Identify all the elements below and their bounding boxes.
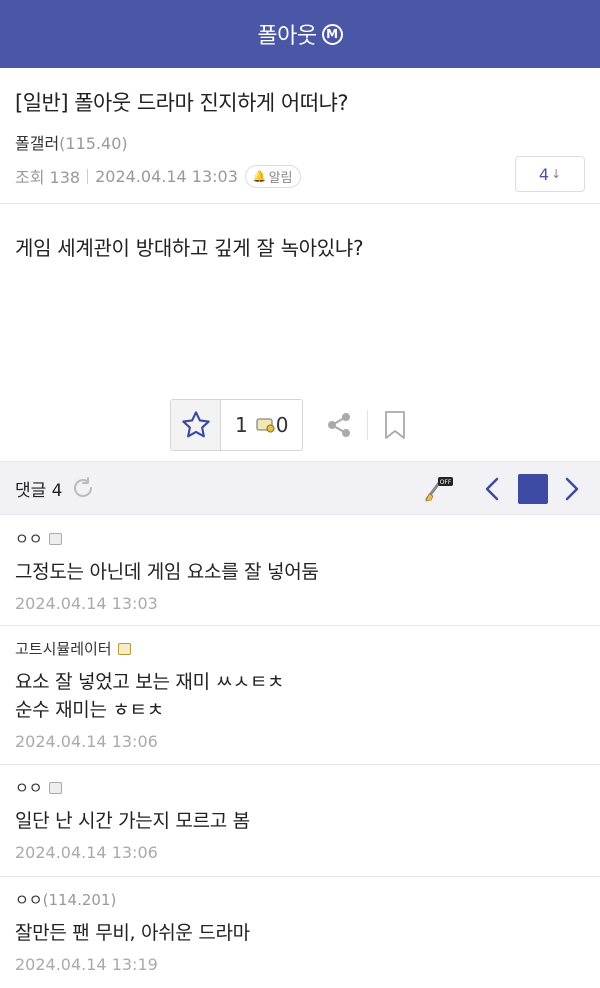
share-button[interactable] bbox=[321, 399, 357, 451]
comment-author-ip: (114.201) bbox=[42, 890, 117, 909]
author-name[interactable]: 폴갤러 bbox=[15, 134, 59, 153]
chevron-left-icon bbox=[485, 477, 499, 501]
post-header: [일반] 폴아웃 드라마 진지하게 어떠냐? 폴갤러(115.40) 조회 13… bbox=[0, 68, 600, 204]
comment-item: 고트시뮬레이터 요소 잘 넣었고 보는 재미 ㅆㅅㅌㅊ 순수 재미는 ㅎㅌㅊ 2… bbox=[0, 626, 600, 765]
star-icon bbox=[181, 411, 210, 438]
gallery-recommend-icon bbox=[256, 418, 275, 433]
gallery-recommend-count: 0 bbox=[275, 413, 289, 437]
comment-author-name[interactable]: 고트시뮬레이터 bbox=[15, 638, 112, 659]
refresh-button[interactable] bbox=[71, 476, 95, 500]
bookmark-button[interactable] bbox=[380, 399, 410, 451]
comment-author[interactable]: 고트시뮬레이터 bbox=[15, 638, 131, 659]
comment-date: 2024.04.14 13:06 bbox=[15, 843, 158, 862]
gallog-icon[interactable] bbox=[48, 781, 62, 794]
reply-count: 4 bbox=[538, 164, 550, 184]
post-meta: 조회 138 2024.04.14 13:03 🔔 알림 bbox=[15, 164, 301, 188]
comment-date: 2024.04.14 13:03 bbox=[15, 594, 158, 613]
comment-author-name[interactable]: ㅇㅇ bbox=[15, 889, 43, 910]
post-actions: 1 0 bbox=[170, 399, 410, 451]
arrow-down-icon: ↓ bbox=[551, 167, 562, 181]
author-ip: (115.40) bbox=[59, 134, 128, 153]
recommend-box: 1 0 bbox=[170, 399, 304, 451]
post-body: 게임 세계관이 방대하고 깊게 잘 녹아있냐? bbox=[15, 236, 364, 260]
comment-item: ㅇㅇ (114.201) 잘만든 팬 무비, 아쉬운 드라마 2024.04.14… bbox=[0, 877, 600, 988]
gallery-recommend: 0 bbox=[256, 413, 303, 437]
recommend-button[interactable] bbox=[171, 400, 221, 450]
bell-icon: 🔔 bbox=[252, 169, 267, 183]
gallog-icon[interactable] bbox=[48, 532, 62, 545]
comment-author-name[interactable]: ㅇㅇ bbox=[15, 528, 43, 549]
comment-author[interactable]: ㅇㅇ bbox=[15, 777, 62, 798]
comment-date: 2024.04.14 13:19 bbox=[15, 955, 158, 974]
post-title: [일반] 폴아웃 드라마 진지하게 어떠냐? bbox=[15, 91, 349, 115]
chevron-right-icon bbox=[565, 477, 579, 501]
app-header: 폴아웃 M bbox=[0, 0, 600, 68]
comment-text: 그정도는 아닌데 게임 요소를 잘 넣어둠 bbox=[15, 558, 319, 586]
comment-text-line: 잘만든 팬 무비, 아쉬운 드라마 bbox=[15, 922, 250, 944]
recommend-count: 1 bbox=[235, 413, 248, 437]
comment-count-label: 댓글 4 bbox=[15, 480, 63, 501]
bookmark-icon bbox=[385, 411, 406, 439]
image-off-icon: OFF bbox=[425, 477, 453, 502]
meta-divider bbox=[87, 168, 89, 184]
comment-author[interactable]: ㅇㅇ (114.201) bbox=[15, 889, 116, 910]
next-page-button[interactable] bbox=[563, 476, 581, 506]
comment-text: 잘만든 팬 무비, 아쉬운 드라마 bbox=[15, 919, 250, 947]
minor-gallery-mark: M bbox=[321, 23, 343, 45]
refresh-icon bbox=[73, 477, 92, 497]
comment-toolbar: 댓글 4 OFF bbox=[0, 461, 600, 515]
comment-text: 일단 난 시간 가는지 모르고 봄 bbox=[15, 807, 250, 835]
comment-item: ㅇㅇ 그정도는 아닌데 게임 요소를 잘 넣어둠 2024.04.14 13:0… bbox=[0, 516, 600, 626]
alarm-label: 알림 bbox=[268, 170, 293, 186]
post-author[interactable]: 폴갤러(115.40) bbox=[15, 130, 128, 154]
image-off-toggle[interactable]: OFF bbox=[424, 475, 454, 507]
gallery-title[interactable]: 폴아웃 bbox=[257, 18, 317, 50]
comment-page-indicator[interactable] bbox=[518, 474, 548, 504]
comment-text-line: 순수 재미는 ㅎㅌㅊ bbox=[15, 699, 164, 721]
alarm-button[interactable]: 🔔 알림 bbox=[244, 164, 301, 188]
view-count: 조회 138 bbox=[15, 168, 81, 187]
comment-author[interactable]: ㅇㅇ bbox=[15, 528, 62, 549]
reply-jump-button[interactable]: 4 ↓ bbox=[515, 156, 585, 192]
comment-text-line: 그정도는 아닌데 게임 요소를 잘 넣어둠 bbox=[15, 561, 319, 583]
comment-author-name[interactable]: ㅇㅇ bbox=[15, 777, 43, 798]
action-divider bbox=[367, 410, 369, 440]
post-datetime: 2024.04.14 13:03 bbox=[95, 166, 238, 186]
comment-date: 2024.04.14 13:06 bbox=[15, 732, 158, 751]
share-icon bbox=[328, 413, 351, 437]
comment-text-line: 요소 잘 넣었고 보는 재미 ㅆㅅㅌㅊ bbox=[15, 671, 285, 693]
fixed-nick-icon[interactable] bbox=[117, 642, 131, 655]
previous-page-button[interactable] bbox=[483, 476, 501, 506]
comment-text: 요소 잘 넣었고 보는 재미 ㅆㅅㅌㅊ 순수 재미는 ㅎㅌㅊ bbox=[15, 668, 285, 724]
comment-text-line: 일단 난 시간 가는지 모르고 봄 bbox=[15, 810, 250, 832]
svg-text:OFF: OFF bbox=[440, 479, 452, 486]
comment-item: ㅇㅇ 일단 난 시간 가는지 모르고 봄 2024.04.14 13:06 bbox=[0, 765, 600, 877]
